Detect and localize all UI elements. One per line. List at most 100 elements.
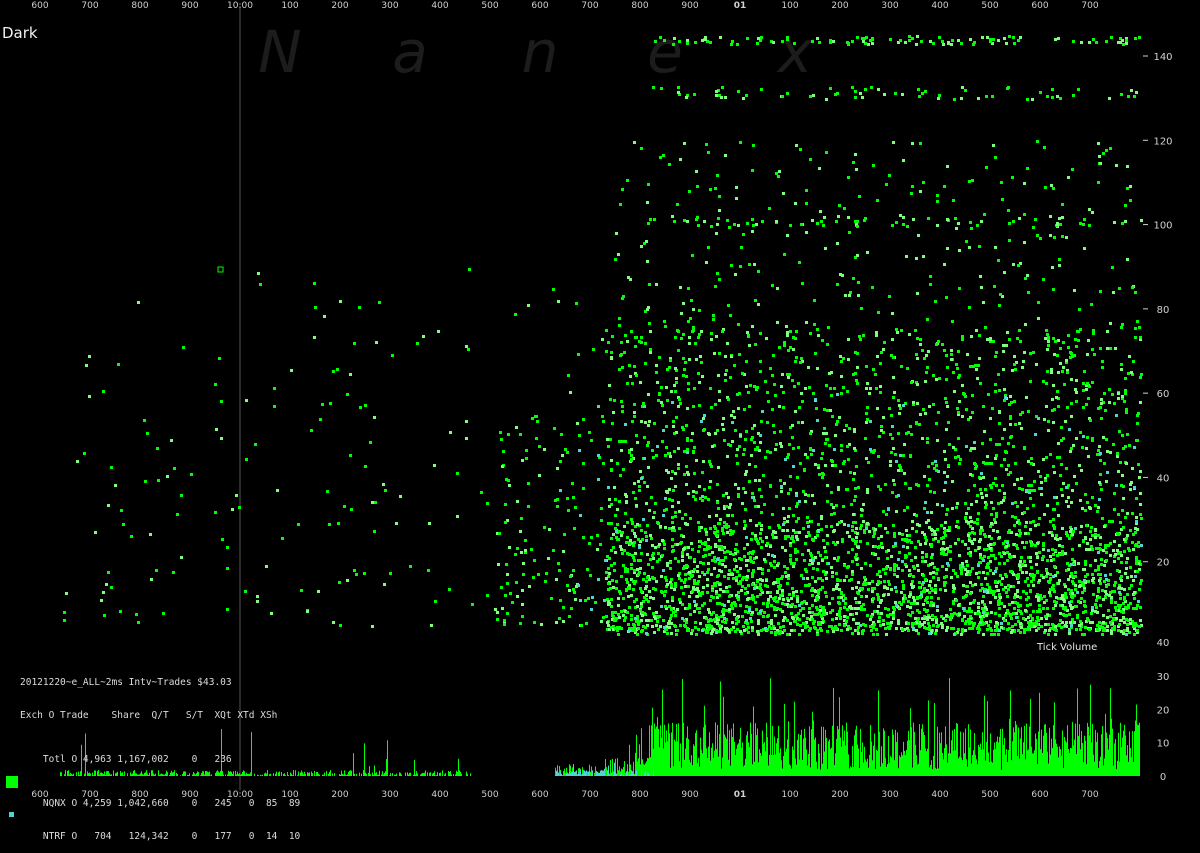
nqnx-trade-point — [809, 559, 812, 562]
nqnx-trade-point — [997, 502, 1000, 505]
nqnx-trade-point — [990, 611, 993, 614]
nqnx-trade-point — [709, 387, 712, 390]
nqnx-trade-point — [811, 494, 814, 497]
nqnx-trade-point — [795, 590, 798, 593]
nqnx-trade-point — [1122, 611, 1125, 614]
nqnx-trade-point — [993, 542, 996, 545]
nqnx-trade-point — [816, 598, 819, 601]
nqnx-trade-point — [1120, 630, 1123, 633]
nqnx-trade-point — [1075, 628, 1078, 631]
nqnx-trade-point — [733, 223, 736, 226]
nqnx-trade-point — [971, 567, 974, 570]
nqnx-trade-point — [634, 580, 637, 583]
ntrf-trade-point — [759, 434, 762, 437]
nqnx-trade-point — [1018, 422, 1021, 425]
nqnx-trade-point — [1015, 544, 1018, 547]
nqnx-trade-point — [620, 400, 623, 403]
nqnx-trade-point — [1056, 354, 1059, 357]
nqnx-trade-point — [1103, 462, 1106, 465]
nqnx-trade-point — [774, 448, 777, 451]
nqnx-trade-point — [1025, 592, 1028, 595]
nqnx-trade-point — [926, 366, 929, 369]
nqnx-trade-point — [836, 92, 839, 95]
nqnx-trade-point — [999, 596, 1002, 599]
nqnx-trade-point — [1139, 503, 1142, 506]
nqnx-trade-point — [759, 532, 762, 535]
nqnx-trade-point — [1052, 553, 1055, 556]
nqnx-trade-point — [245, 458, 248, 461]
nqnx-trade-point — [687, 473, 690, 476]
nqnx-trade-point — [998, 614, 1001, 617]
nqnx-trade-point — [850, 503, 853, 506]
nqnx-trade-point — [94, 531, 97, 534]
nqnx-trade-point — [923, 590, 926, 593]
nqnx-trade-point — [1079, 531, 1082, 534]
nqnx-trade-point — [967, 489, 970, 492]
nqnx-trade-point — [929, 604, 932, 607]
nqnx-trade-point — [957, 455, 960, 458]
nqnx-trade-point — [756, 42, 759, 45]
nqnx-trade-point — [840, 596, 843, 599]
nqnx-trade-point — [1070, 589, 1073, 592]
ntrf-trade-point — [624, 423, 627, 426]
nqnx-trade-point — [1007, 588, 1010, 591]
nqnx-trade-point — [701, 592, 704, 595]
nqnx-trade-point — [777, 578, 780, 581]
nqnx-trade-point — [693, 93, 696, 96]
ntrf-trade-point — [597, 578, 600, 581]
nqnx-trade-point — [976, 522, 979, 525]
nqnx-trade-point — [829, 387, 832, 390]
nqnx-trade-point — [1102, 614, 1105, 617]
nqnx-trade-point — [784, 571, 787, 574]
nqnx-trade-point — [718, 399, 721, 402]
nqnx-trade-point — [1099, 582, 1102, 585]
nqnx-trade-point — [989, 338, 992, 341]
nqnx-trade-point — [698, 381, 701, 384]
nqnx-trade-point — [776, 607, 779, 610]
nqnx-trade-point — [1062, 341, 1065, 344]
nqnx-trade-point — [1019, 622, 1022, 625]
nqnx-trade-point — [940, 524, 943, 527]
nqnx-trade-point — [703, 220, 706, 223]
nqnx-trade-point — [976, 518, 979, 521]
nqnx-trade-point — [1121, 474, 1124, 477]
nqnx-trade-point — [990, 554, 993, 557]
nqnx-trade-point — [619, 474, 622, 477]
nqnx-trade-point — [1015, 612, 1018, 615]
nqnx-trade-point — [1123, 598, 1126, 601]
nqnx-trade-point — [434, 600, 437, 603]
nqnx-trade-point — [882, 416, 885, 419]
nqnx-trade-point — [214, 511, 217, 514]
nqnx-trade-point — [1075, 400, 1078, 403]
nqnx-trade-point — [714, 187, 717, 190]
nqnx-trade-point — [172, 571, 175, 574]
nqnx-trade-point — [102, 591, 105, 594]
nqnx-trade-point — [861, 37, 864, 40]
nqnx-trade-point — [449, 431, 452, 434]
nqnx-trade-point — [893, 483, 896, 486]
ntrf-trade-point — [578, 449, 581, 452]
nqnx-trade-point — [752, 144, 755, 147]
nqnx-trade-point — [1139, 513, 1142, 516]
nqnx-trade-point — [828, 372, 831, 375]
nqnx-trade-point — [998, 562, 1001, 565]
nqnx-trade-point — [714, 285, 717, 288]
nqnx-trade-point — [120, 509, 123, 512]
nqnx-trade-point — [955, 506, 958, 509]
nqnx-trade-point — [726, 590, 729, 593]
nqnx-trade-point — [979, 275, 982, 278]
nqnx-trade-point — [1003, 619, 1006, 622]
nqnx-trade-point — [1076, 616, 1079, 619]
nqnx-trade-point — [898, 404, 901, 407]
nqnx-trade-point — [1103, 525, 1106, 528]
nqnx-trade-point — [621, 552, 624, 555]
nqnx-trade-point — [760, 495, 763, 498]
nqnx-trade-point — [538, 474, 541, 477]
nqnx-trade-point — [899, 39, 902, 42]
nqnx-trade-point — [1109, 322, 1112, 325]
nqnx-trade-point — [770, 604, 773, 607]
nqnx-trade-point — [938, 36, 941, 39]
nqnx-trade-point — [349, 373, 352, 376]
nqnx-trade-point — [1035, 552, 1038, 555]
nqnx-trade-point — [1072, 530, 1075, 533]
